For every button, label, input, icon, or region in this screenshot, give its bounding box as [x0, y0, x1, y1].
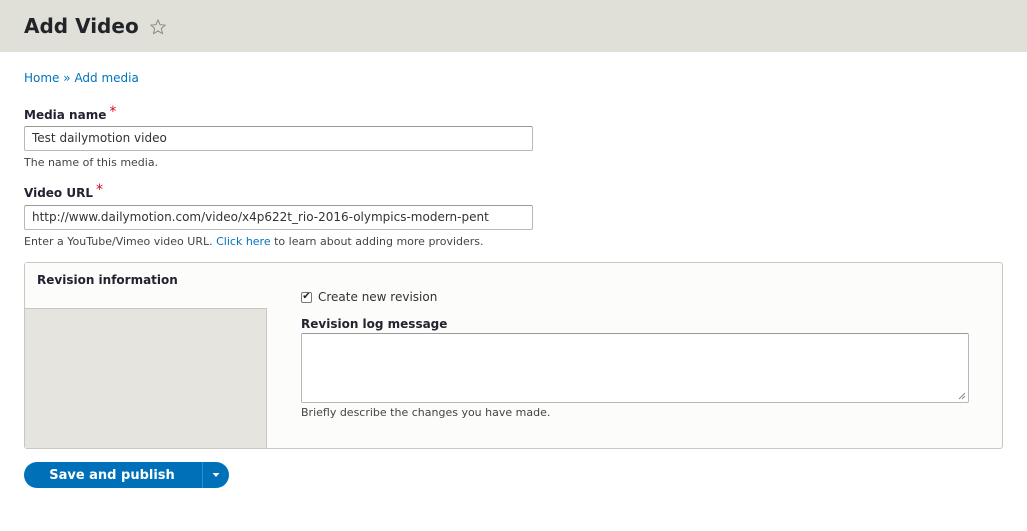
video-url-description: Enter a YouTube/Vimeo video URL. Click h… [24, 235, 484, 248]
video-url-input[interactable]: http://www.dailymotion.com/video/x4p622t… [24, 205, 533, 230]
breadcrumb-separator: » [63, 71, 71, 85]
breadcrumb-home-link[interactable]: Home [24, 71, 59, 85]
caret-down-icon [212, 473, 220, 477]
save-and-publish-button[interactable]: Save and publish [24, 462, 202, 488]
page-header: Add Video [0, 0, 1027, 52]
media-name-label: Media name * [24, 104, 117, 123]
providers-help-link[interactable]: Click here [216, 235, 271, 248]
video-url-description-text: Enter a YouTube/Vimeo video URL. [24, 235, 213, 248]
star-outline-icon[interactable] [149, 18, 167, 36]
revision-log-description: Briefly describe the changes you have ma… [301, 406, 551, 419]
vertical-tabs-menu: Revision information [25, 263, 267, 448]
required-marker: * [109, 104, 117, 120]
breadcrumb: Home » Add media [24, 71, 139, 85]
revision-log-label: Revision log message [301, 317, 448, 331]
media-name-description: The name of this media. [24, 156, 159, 169]
revision-pane: ✔ Create new revision Revision log messa… [267, 263, 1002, 448]
create-revision-label: Create new revision [318, 290, 438, 304]
save-options-toggle[interactable] [202, 462, 229, 488]
save-split-button: Save and publish [24, 462, 229, 488]
video-url-label: Video URL * [24, 182, 103, 201]
video-url-description-text-end: to learn about adding more providers. [274, 235, 484, 248]
video-url-label-text: Video URL [24, 186, 93, 200]
revision-log-textarea[interactable] [301, 333, 969, 403]
resize-handle-icon[interactable] [958, 392, 966, 400]
breadcrumb-add-media-link[interactable]: Add media [74, 71, 138, 85]
page-title: Add Video [24, 14, 139, 38]
media-name-input[interactable]: Test dailymotion video [24, 126, 533, 151]
revision-vertical-tabs: Revision information ✔ Create new revisi… [24, 262, 1003, 449]
required-marker: * [95, 182, 103, 198]
create-revision-option[interactable]: ✔ Create new revision [301, 290, 437, 304]
create-revision-checkbox[interactable]: ✔ [301, 291, 312, 303]
media-name-label-text: Media name [24, 108, 107, 122]
tab-revision-information[interactable]: Revision information [25, 263, 267, 309]
